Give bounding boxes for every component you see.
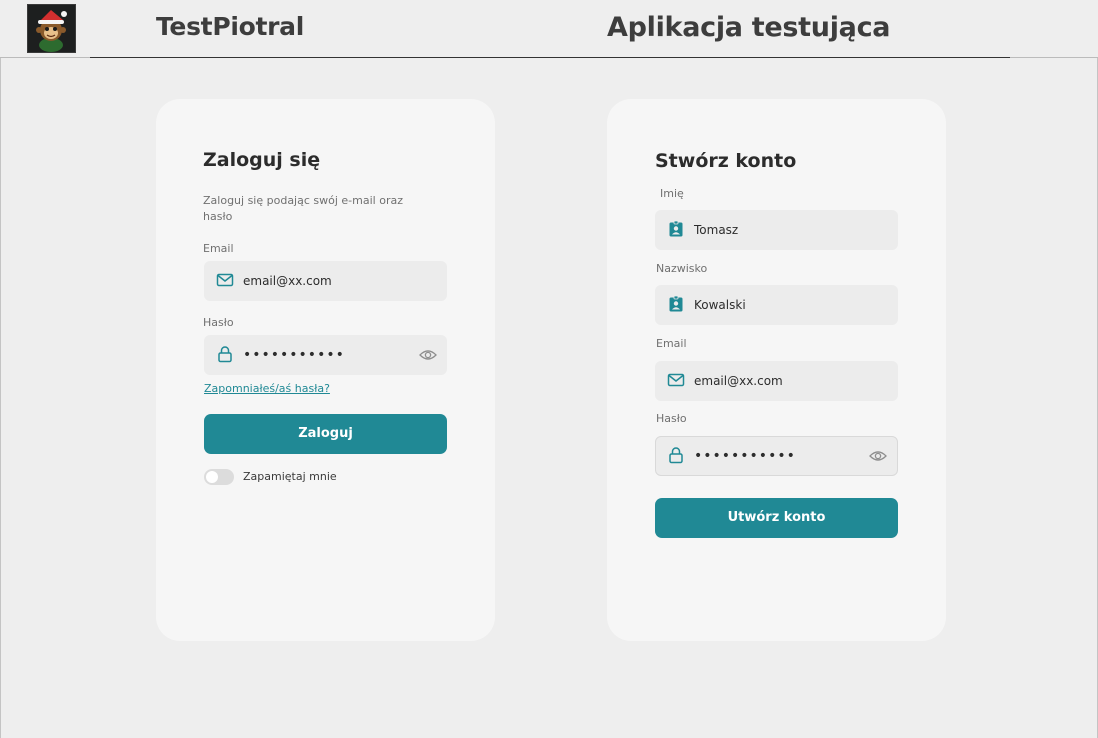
register-email-field[interactable]: email@xx.com: [655, 361, 898, 401]
last-name-label: Nazwisko: [656, 262, 708, 275]
register-card: Stwórz konto Imię Tomasz Nazwisko Kowals…: [607, 99, 946, 641]
remember-me-toggle[interactable]: [204, 469, 234, 485]
brand-logo[interactable]: [27, 4, 76, 53]
eye-icon[interactable]: [419, 347, 437, 363]
contact-badge-icon: [669, 295, 683, 312]
login-email-value: email@xx.com: [243, 274, 332, 288]
contact-badge-icon: [669, 220, 683, 237]
register-email-value: email@xx.com: [694, 374, 783, 388]
register-password-label: Hasło: [656, 412, 687, 425]
remember-me-label: Zapamiętaj mnie: [243, 470, 337, 483]
register-password-value: •••••••••••: [694, 448, 796, 464]
frame-left-edge: [0, 57, 1, 738]
login-title: Zaloguj się: [203, 149, 321, 171]
login-description: Zaloguj się podając swój e-mail oraz has…: [203, 194, 403, 223]
header-divider: [0, 57, 1098, 58]
last-name-value: Kowalski: [694, 298, 746, 312]
register-email-label: Email: [656, 337, 687, 350]
toggle-knob: [206, 471, 218, 483]
login-password-value: •••••••••••: [243, 347, 345, 363]
last-name-field[interactable]: Kowalski: [655, 285, 898, 325]
lock-icon: [218, 346, 232, 363]
lock-icon: [669, 447, 683, 464]
brand-name: TestPiotral: [156, 12, 305, 41]
page-title: Aplikacja testująca: [607, 12, 891, 43]
envelope-icon: [667, 373, 685, 387]
envelope-icon: [216, 273, 234, 287]
login-card: Zaloguj się Zaloguj się podając swój e-m…: [156, 99, 495, 641]
login-email-field[interactable]: email@xx.com: [204, 261, 447, 301]
eye-icon[interactable]: [869, 448, 887, 464]
first-name-value: Tomasz: [694, 223, 739, 237]
login-password-field[interactable]: •••••••••••: [204, 335, 447, 375]
first-name-label: Imię: [660, 187, 684, 200]
app-header: TestPiotral Aplikacja testująca: [0, 0, 1098, 57]
forgot-password-link[interactable]: Zapomniałeś/aś hasła?: [204, 382, 330, 395]
login-email-label: Email: [203, 242, 234, 255]
create-account-button[interactable]: Utwórz konto: [655, 498, 898, 538]
register-password-field[interactable]: •••••••••••: [655, 436, 898, 476]
first-name-field[interactable]: Tomasz: [655, 210, 898, 250]
login-password-label: Hasło: [203, 316, 234, 329]
register-title: Stwórz konto: [655, 150, 797, 172]
login-button[interactable]: Zaloguj: [204, 414, 447, 454]
